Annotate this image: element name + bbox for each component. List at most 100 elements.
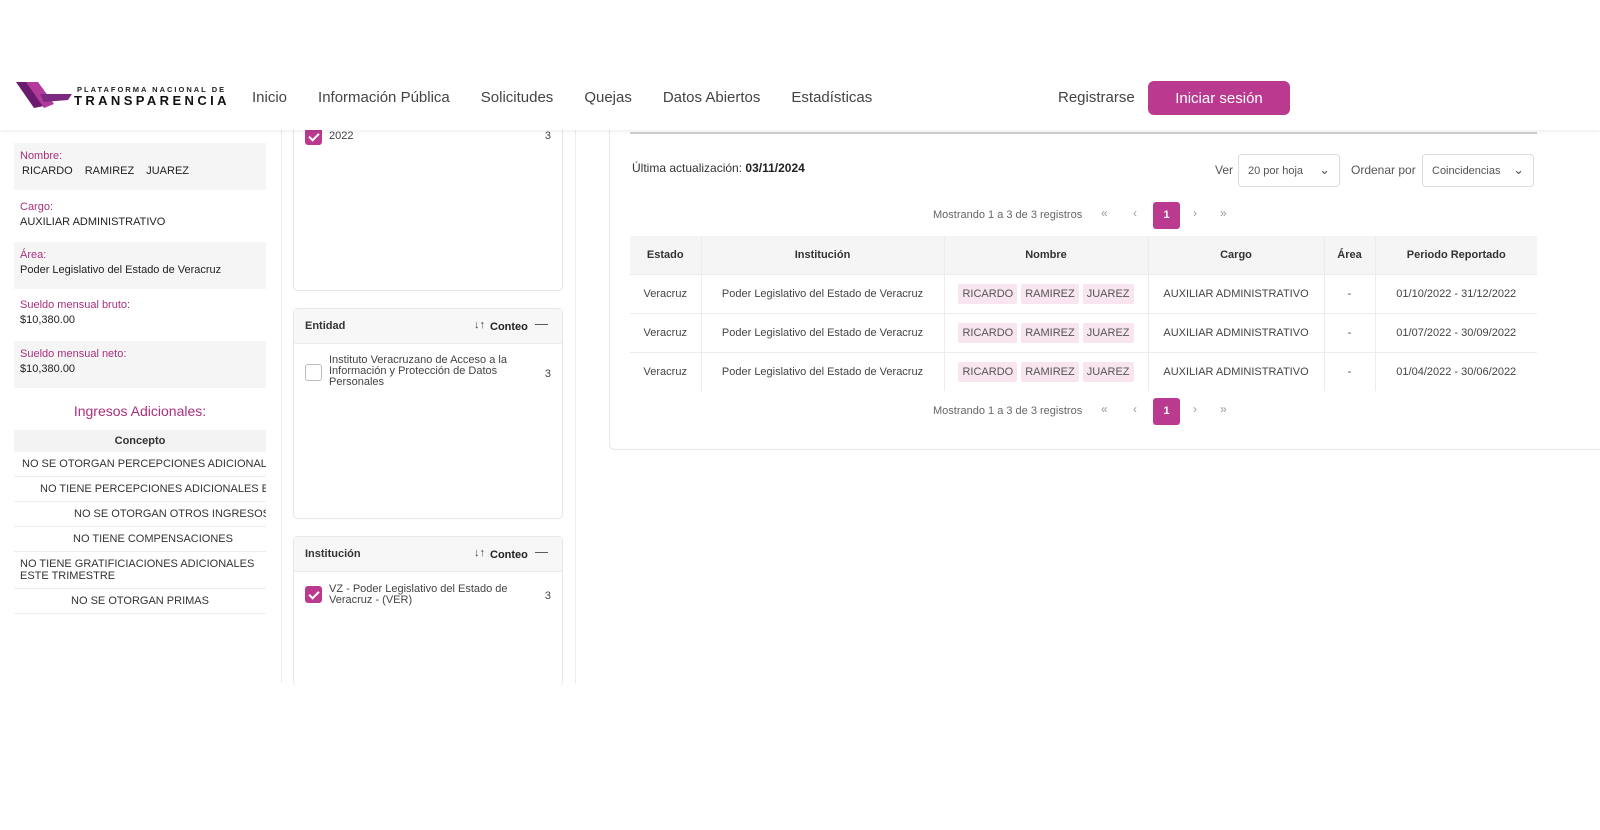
page-button-current[interactable]: 1: [1153, 202, 1180, 229]
last-page-icon[interactable]: »: [1220, 402, 1227, 416]
panel-divider: [281, 130, 282, 683]
table-row[interactable]: Veracruz Poder Legislativo del Estado de…: [630, 351, 1537, 391]
filter-option-entidad[interactable]: Instituto Veracruzano de Acceso a la Inf…: [305, 355, 551, 395]
concept-row: NO TIENE GRATIFICIACIONES ADICIONALES ES…: [14, 552, 266, 589]
results-panel: Última actualización: 03/11/2024 Ver 20 …: [609, 130, 1600, 450]
prev-page-icon[interactable]: ‹: [1133, 402, 1137, 416]
name-chip: RICARDO: [958, 361, 1018, 382]
cell-nombre: RICARDO RAMIREZ JUAREZ: [944, 273, 1149, 313]
name-chip: JUAREZ: [1082, 283, 1134, 304]
pagination-summary: Mostrando 1 a 3 de 3 registros: [933, 209, 1083, 221]
order-by-label: Ordenar por: [1351, 163, 1416, 177]
chevron-down-icon: ⌄: [1319, 162, 1330, 177]
main-nav: Inicio Información Pública Solicitudes Q…: [252, 89, 903, 106]
column-institucion: Institución: [701, 236, 945, 274]
cell-cargo: AUXILIAR ADMINISTRATIVO: [1148, 351, 1325, 391]
filter-option-institucion[interactable]: VZ - Poder Legislativo del Estado de Ver…: [305, 584, 551, 614]
cell-institucion: Poder Legislativo del Estado de Veracruz: [701, 351, 945, 391]
checkbox-checked[interactable]: [305, 586, 322, 603]
cell-institucion: Poder Legislativo del Estado de Veracruz: [701, 312, 945, 352]
table-header-row: Estado Institución Nombre Cargo Área Per…: [630, 236, 1537, 274]
filter-option-count: 3: [544, 368, 551, 380]
name-chip: RICARDO: [958, 283, 1018, 304]
entidad-filter-title: Entidad: [305, 320, 346, 332]
sort-by-count[interactable]: Conteo: [490, 321, 528, 333]
concept-row: NO SE OTORGAN OTROS INGRESOS: [14, 502, 266, 527]
cargo-value: AUXILIAR ADMINISTRATIVO: [20, 216, 166, 228]
sort-icon[interactable]: ↓↑: [474, 319, 485, 331]
institucion-filter-header: Institución ↓↑ Conteo —: [294, 537, 562, 572]
cell-area: -: [1324, 273, 1376, 313]
logo-mark-icon: [16, 82, 72, 108]
results-table: Estado Institución Nombre Cargo Área Per…: [630, 236, 1537, 391]
filter-option-label: VZ - Poder Legislativo del Estado de Ver…: [329, 583, 508, 606]
entidad-filter-header: Entidad ↓↑ Conteo —: [294, 309, 562, 344]
name-chip: RAMIREZ: [1021, 283, 1079, 304]
name-label: Nombre:: [20, 150, 63, 162]
register-link[interactable]: Registrarse: [1058, 89, 1135, 106]
cell-estado: Veracruz: [630, 351, 702, 391]
nav-quejas[interactable]: Quejas: [584, 89, 632, 106]
checkbox-unchecked[interactable]: [305, 364, 322, 381]
nav-inicio[interactable]: Inicio: [252, 89, 287, 106]
login-button[interactable]: Iniciar sesión: [1148, 81, 1290, 115]
column-nombre: Nombre: [944, 236, 1149, 274]
column-area: Área: [1324, 236, 1376, 274]
cell-institucion: Poder Legislativo del Estado de Veracruz: [701, 273, 945, 313]
filter-option-count: 3: [544, 590, 551, 602]
person-detail-panel: Nombre: RICARDO RAMIREZ JUAREZ Cargo: AUXI…: [14, 143, 266, 614]
last-update-label: Última actualización:: [632, 161, 743, 175]
table-row[interactable]: Veracruz Poder Legislativo del Estado de…: [630, 312, 1537, 352]
nav-solicitudes[interactable]: Solicitudes: [481, 89, 554, 106]
first-page-icon[interactable]: «: [1101, 206, 1108, 220]
name-field: Nombre: RICARDO RAMIREZ JUAREZ: [14, 143, 266, 190]
per-page-select[interactable]: 20 por hoja ⌄: [1238, 154, 1340, 187]
cell-periodo: 01/10/2022 - 31/12/2022: [1375, 273, 1537, 313]
name-chip: JUAREZ: [1082, 322, 1134, 343]
column-estado: Estado: [630, 236, 702, 274]
results-divider: [630, 132, 1537, 134]
nav-informacion-publica[interactable]: Información Pública: [318, 89, 450, 106]
neto-label: Sueldo mensual neto:: [20, 348, 127, 360]
entidad-filter-panel: Entidad ↓↑ Conteo — Instituto Veracruzan…: [293, 308, 563, 519]
next-page-icon[interactable]: ›: [1193, 402, 1197, 416]
cell-area: -: [1324, 312, 1376, 352]
table-row[interactable]: Veracruz Poder Legislativo del Estado de…: [630, 273, 1537, 313]
last-update-value: 03/11/2024: [745, 161, 805, 175]
page-button-current[interactable]: 1: [1153, 398, 1180, 425]
name-value: RICARDO RAMIREZ JUAREZ: [20, 165, 260, 177]
collapse-icon[interactable]: —: [535, 316, 548, 331]
panel-divider: [575, 130, 576, 683]
extra-income-title: Ingresos Adicionales:: [73, 403, 207, 419]
area-label: Área:: [20, 249, 47, 261]
name-chip: JUAREZ: [1082, 361, 1134, 382]
order-by-select[interactable]: Coincidencias ⌄: [1422, 154, 1534, 187]
per-page-label: Ver: [1215, 163, 1234, 177]
last-page-icon[interactable]: »: [1220, 206, 1227, 220]
prev-page-icon[interactable]: ‹: [1133, 206, 1137, 220]
name-part: RAMIREZ: [84, 165, 135, 177]
nav-estadisticas[interactable]: Estadísticas: [791, 89, 872, 106]
checkbox-checked[interactable]: [305, 128, 322, 145]
cell-nombre: RICARDO RAMIREZ JUAREZ: [944, 351, 1149, 391]
collapse-icon[interactable]: —: [535, 544, 548, 559]
chevron-down-icon: ⌄: [1513, 162, 1524, 177]
concept-row: NO TIENE COMPENSACIONES: [14, 527, 266, 552]
cell-estado: Veracruz: [630, 273, 702, 313]
concept-row: NO SE OTORGAN PERCEPCIONES ADICIONALES E…: [14, 452, 266, 477]
filter-option-label: Instituto Veracruzano de Acceso a la Inf…: [329, 354, 507, 388]
neto-value: $10,380.00: [20, 363, 76, 375]
cell-periodo: 01/07/2022 - 30/09/2022: [1375, 312, 1537, 352]
neto-field: Sueldo mensual neto: $10,380.00: [14, 341, 266, 388]
first-page-icon[interactable]: «: [1101, 402, 1108, 416]
sort-by-count[interactable]: Conteo: [490, 549, 528, 561]
site-logo[interactable]: PLATAFORMA NACIONAL DE TRANSPARENCIA: [16, 80, 227, 114]
bruto-value: $10,380.00: [20, 314, 76, 326]
filter-option-2022[interactable]: 2022 3: [305, 128, 551, 146]
next-page-icon[interactable]: ›: [1193, 206, 1197, 220]
year-filter-panel: 2022 3: [293, 120, 563, 291]
area-value: Poder Legislativo del Estado de Veracruz: [20, 264, 222, 276]
name-chip: RICARDO: [958, 322, 1018, 343]
nav-datos-abiertos[interactable]: Datos Abiertos: [663, 89, 761, 106]
sort-icon[interactable]: ↓↑: [474, 547, 485, 559]
